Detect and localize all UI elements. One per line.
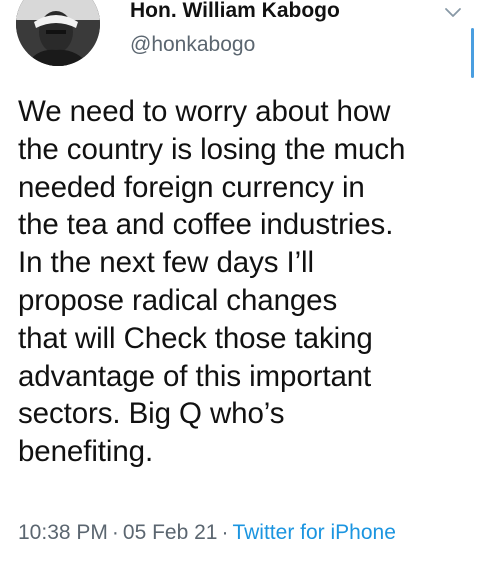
meta-separator: ·	[111, 521, 119, 544]
tweet-source-link[interactable]: Twitter for iPhone	[232, 521, 395, 544]
tweet-text-line: the country is losing the much	[18, 132, 406, 166]
author-handle[interactable]: @honkabogo	[130, 33, 255, 57]
chevron-down-icon[interactable]	[443, 5, 463, 19]
tweet-meta: 10:38 PM · 05 Feb 21 · Twitter for iPhone	[18, 521, 396, 545]
tweet-time[interactable]: 10:38 PM	[18, 521, 108, 544]
tweet-date[interactable]: 05 Feb 21	[123, 521, 218, 544]
profile-photo-icon	[16, 0, 100, 66]
meta-separator: ·	[221, 521, 229, 544]
avatar[interactable]	[16, 0, 100, 66]
tweet-text-line: In the next few days I’ll	[18, 246, 314, 280]
author-display-name[interactable]: Hon. William Kabogo	[130, 0, 340, 23]
tweet-text-line: the tea and coffee industries.	[18, 208, 394, 242]
tweet-text-line: needed foreign currency in	[18, 170, 365, 204]
tweet-text: We need to worry about how the country i…	[18, 93, 468, 471]
tweet-card: Hon. William Kabogo @honkabogo We need t…	[0, 0, 478, 565]
tweet-text-line: propose radical changes	[18, 283, 338, 317]
tweet-text-line: benefiting.	[18, 435, 154, 469]
scroll-indicator	[471, 28, 474, 78]
tweet-text-line: sectors. Big Q who’s	[18, 397, 285, 431]
tweet-text-line: We need to worry about how	[18, 95, 391, 128]
tweet-text-line: advantage of this important	[18, 359, 372, 393]
tweet-text-line: that will Check those taking	[18, 321, 373, 355]
